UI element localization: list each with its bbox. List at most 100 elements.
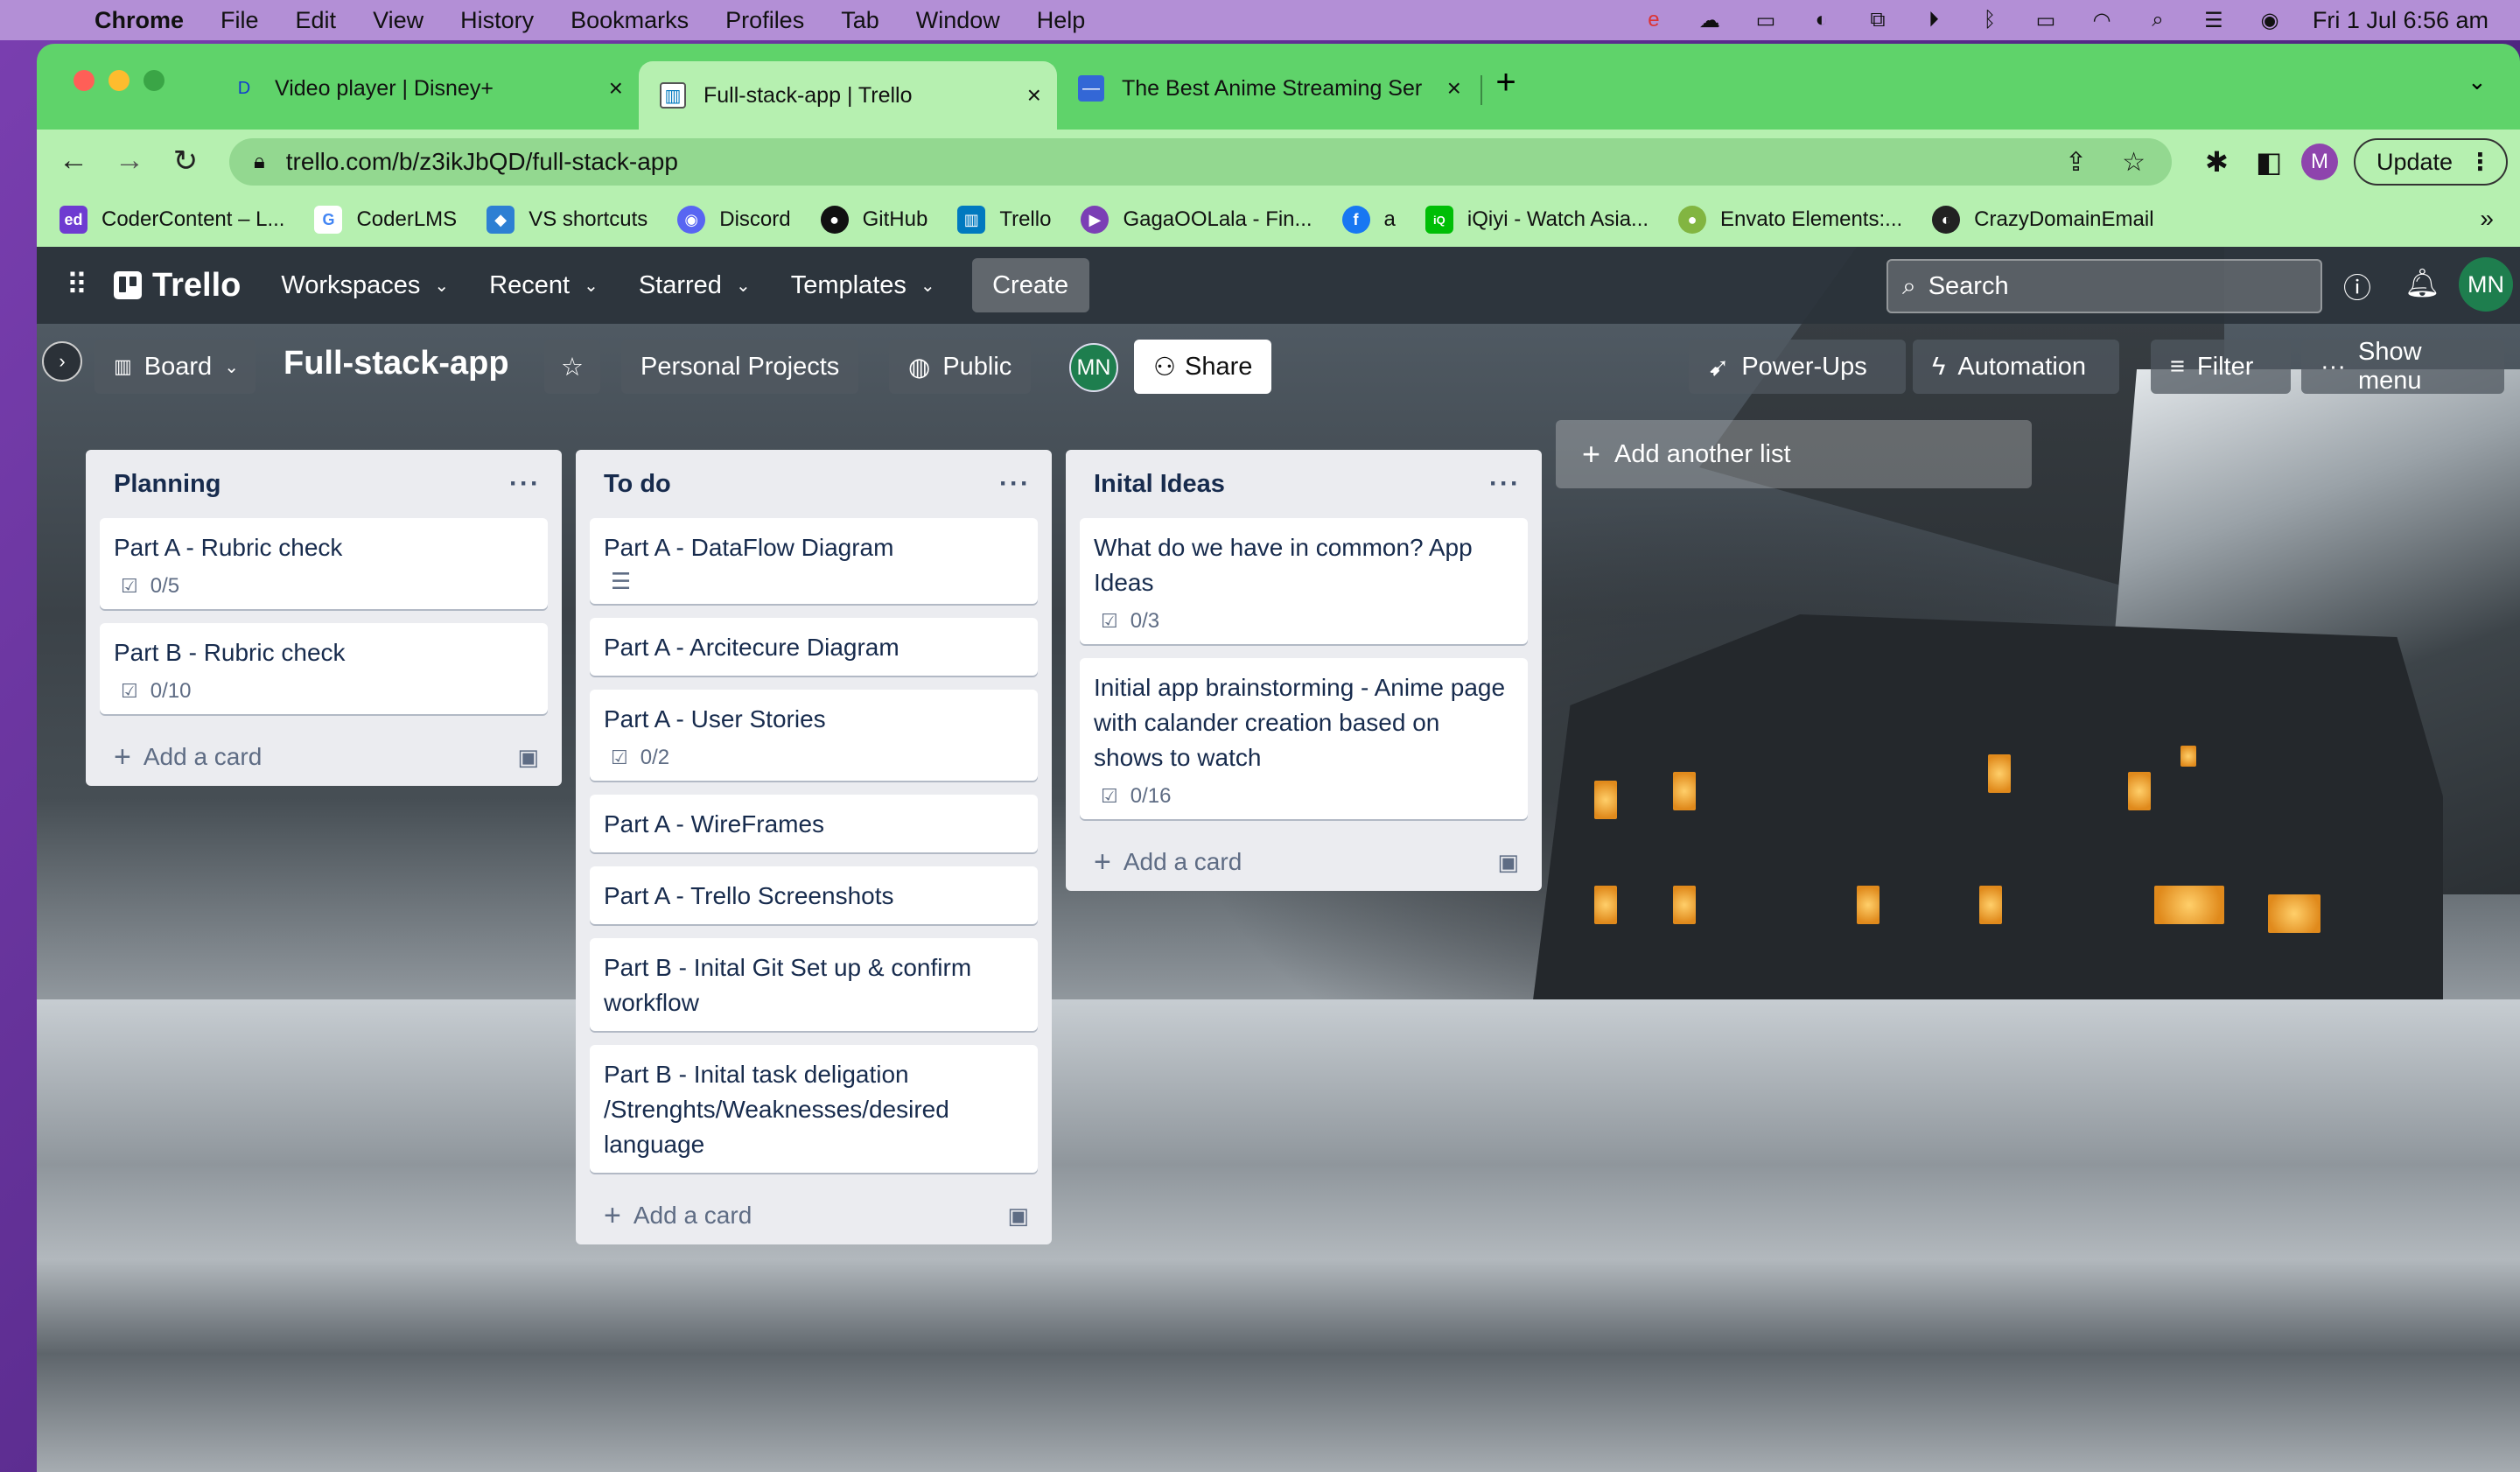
siri-icon[interactable]: ◉ (2257, 9, 2283, 32)
card[interactable]: Part A - Trello Screenshots (590, 866, 1038, 924)
side-panel-icon[interactable]: ◧ (2256, 145, 2282, 179)
menu-profiles[interactable]: Profiles (725, 7, 804, 34)
list-title[interactable]: To do (604, 470, 671, 499)
star-board-button[interactable]: ☆ (544, 340, 600, 394)
nav-starred[interactable]: Starred ⌄ (639, 271, 751, 300)
screen-mirror-icon[interactable]: ⧉ (1865, 8, 1891, 32)
board-view-switcher[interactable]: ▥ Board ⌄ (94, 340, 256, 394)
spotlight-search-icon[interactable]: ⌕ (2145, 8, 2171, 32)
show-menu-button[interactable]: ··· Show menu (2301, 338, 2504, 395)
automation-button[interactable]: ϟ Automation (1913, 340, 2119, 394)
visibility-button[interactable]: ◍ Public (889, 340, 1032, 394)
add-card-button[interactable]: + Add a card ▣ (1080, 833, 1528, 891)
more-bookmarks-icon[interactable]: » (2480, 205, 2494, 233)
minimize-window-button[interactable] (108, 70, 130, 91)
board-title[interactable]: Full-stack-app (284, 345, 509, 382)
app-switcher-grid-icon[interactable]: ⠿ (60, 268, 94, 303)
board-member-avatar[interactable]: MN (1069, 343, 1118, 392)
tab-disney[interactable]: D Video player | Disney+ × (210, 61, 639, 116)
list-header[interactable]: To do ··· (590, 450, 1038, 518)
close-tab-icon[interactable]: × (1447, 74, 1461, 102)
card[interactable]: Part A - User Stories ☑ 0/2 (590, 690, 1038, 781)
filter-button[interactable]: ≡ Filter (2151, 340, 2291, 394)
close-window-button[interactable] (74, 70, 94, 91)
wifi-icon[interactable]: ◠ (2089, 9, 2115, 32)
card[interactable]: Part A - DataFlow Diagram ☰ (590, 518, 1038, 604)
card-template-icon[interactable]: ▣ (1497, 849, 1519, 876)
profile-avatar[interactable]: M (2301, 144, 2338, 180)
notifications-bell-icon[interactable]: 🔔︎ (2404, 266, 2440, 299)
card-template-icon[interactable]: ▣ (517, 744, 539, 771)
menu-bookmarks[interactable]: Bookmarks (570, 7, 689, 34)
play-icon[interactable]: ⏵ (1921, 8, 1947, 32)
bookmark-github[interactable]: ● GitHub (820, 206, 928, 234)
power-ups-button[interactable]: ➹ Power-Ups (1689, 340, 1906, 394)
url-text[interactable]: trello.com/b/z3ikJbQD/full-stack-app (286, 148, 678, 176)
lock-icon[interactable]: 🔒︎ (254, 150, 265, 174)
card[interactable]: What do we have in common? App Ideas ☑ 0/… (1080, 518, 1528, 644)
card[interactable]: Initial app brainstorming - Anime page w… (1080, 658, 1528, 819)
list-header[interactable]: Inital Ideas ··· (1080, 450, 1528, 518)
sync-icon[interactable]: ◐ (1809, 8, 1835, 32)
back-icon[interactable]: ← (56, 144, 91, 178)
menu-help[interactable]: Help (1037, 7, 1086, 34)
tab-trello[interactable]: ▥ Full-stack-app | Trello × (639, 61, 1057, 130)
extension-status-icon[interactable]: e (1641, 8, 1667, 32)
nav-recent[interactable]: Recent ⌄ (489, 271, 598, 300)
card[interactable]: Part B - Inital task deligation /Strengh… (590, 1045, 1038, 1173)
battery-icon[interactable]: ▭ (2033, 9, 2059, 32)
bookmark-discord[interactable]: ◉ Discord (677, 206, 791, 234)
bookmark-envato[interactable]: ● Envato Elements:... (1678, 206, 1902, 234)
card[interactable]: Part A - WireFrames (590, 795, 1038, 852)
bookmark-facebook[interactable]: f a (1341, 206, 1396, 234)
card[interactable]: Part B - Inital Git Set up & confirm wor… (590, 938, 1038, 1031)
menu-view[interactable]: View (373, 7, 424, 34)
maximize-window-button[interactable] (144, 70, 164, 91)
bookmark-gagaoolala[interactable]: ▶ GagaOOLala - Fin... (1081, 206, 1312, 234)
share-page-icon[interactable]: ⇪ (2065, 147, 2087, 178)
close-tab-icon[interactable]: × (1027, 81, 1041, 109)
search-input[interactable]: ⌕ Search (1886, 259, 2322, 313)
list-actions-icon[interactable]: ··· (509, 469, 541, 499)
menu-app-name[interactable]: Chrome (94, 7, 184, 34)
list-actions-icon[interactable]: ··· (1489, 469, 1521, 499)
nav-workspaces[interactable]: Workspaces ⌄ (281, 271, 449, 300)
add-another-list-button[interactable]: + Add another list (1556, 420, 2032, 488)
bookmark-codercontent[interactable]: ed CoderContent – L... (60, 206, 284, 234)
display-icon[interactable]: ▭ (1753, 9, 1779, 32)
share-button[interactable]: ⚇ Share (1134, 340, 1272, 394)
trello-logo[interactable]: Trello (114, 267, 241, 305)
menu-file[interactable]: File (220, 7, 259, 34)
bookmark-crazydomain[interactable]: ◐ CrazyDomainEmail (1932, 206, 2154, 234)
info-icon[interactable]: ⓘ (2343, 266, 2371, 306)
card[interactable]: Part A - Arcitecure Diagram (590, 618, 1038, 676)
card[interactable]: Part A - Rubric check ☑ 0/5 (100, 518, 548, 609)
kebab-menu-icon[interactable]: ⋮ (2468, 149, 2492, 176)
bookmark-coderlms[interactable]: G CoderLMS (314, 206, 457, 234)
extensions-icon[interactable]: ✱ (2205, 145, 2229, 179)
bluetooth-icon[interactable]: ᛒ (1977, 8, 2003, 32)
close-tab-icon[interactable]: × (609, 74, 623, 102)
create-button[interactable]: Create (971, 258, 1089, 312)
address-bar[interactable]: 🔒︎ trello.com/b/z3ikJbQD/full-stack-app … (229, 138, 2172, 186)
add-card-button[interactable]: + Add a card ▣ (100, 728, 548, 786)
menu-edit[interactable]: Edit (296, 7, 337, 34)
menu-history[interactable]: History (460, 7, 534, 34)
cloud-status-icon[interactable]: ☁ (1697, 9, 1723, 32)
menu-tab[interactable]: Tab (841, 7, 879, 34)
add-card-button[interactable]: + Add a card ▣ (590, 1187, 1038, 1244)
list-title[interactable]: Planning (114, 470, 220, 499)
menu-window[interactable]: Window (916, 7, 1000, 34)
update-button[interactable]: Update ⋮ (2354, 138, 2508, 186)
list-title[interactable]: Inital Ideas (1094, 470, 1225, 499)
workspace-button[interactable]: Personal Projects (621, 340, 859, 394)
new-tab-icon[interactable]: + (1484, 63, 1528, 102)
bookmark-trello[interactable]: ▥ Trello (957, 206, 1051, 234)
tab-search-chevron-icon[interactable]: ⌄ (2468, 68, 2487, 95)
user-avatar[interactable]: MN (2459, 257, 2513, 312)
bookmark-star-icon[interactable]: ☆ (2122, 147, 2146, 178)
nav-templates[interactable]: Templates ⌄ (791, 271, 935, 300)
control-center-icon[interactable]: ☰ (2201, 9, 2227, 32)
card[interactable]: Part B - Rubric check ☑ 0/10 (100, 623, 548, 714)
reload-icon[interactable]: ↻ (168, 144, 203, 179)
